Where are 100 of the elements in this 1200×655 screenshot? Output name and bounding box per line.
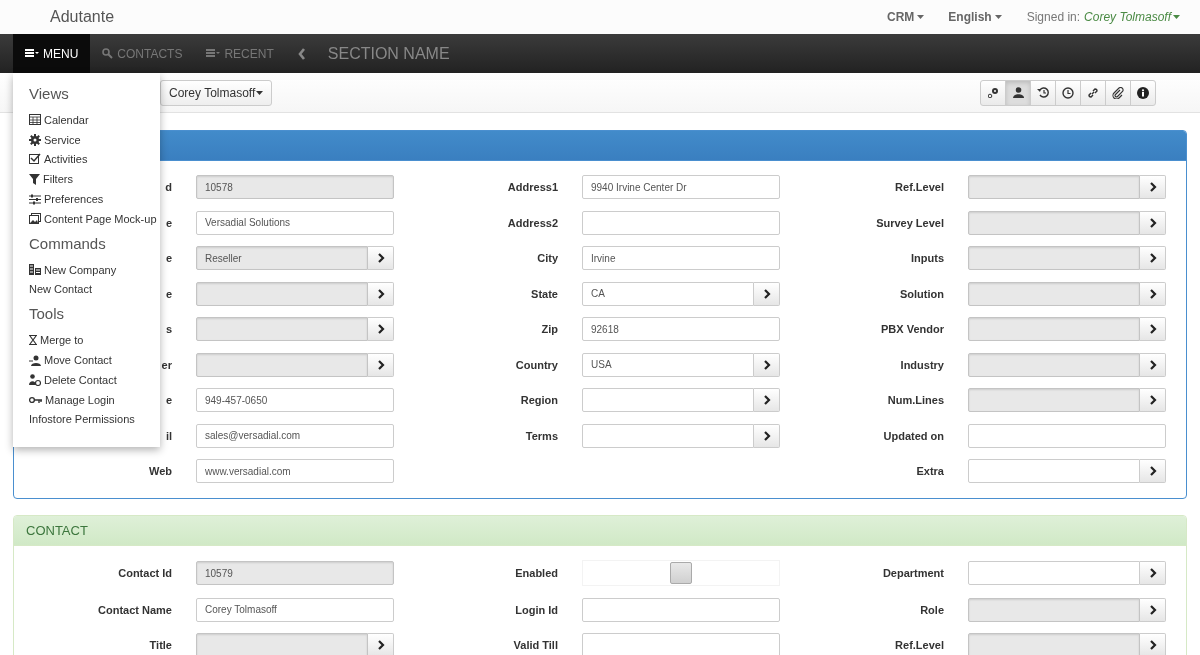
checkbox[interactable] <box>670 562 692 584</box>
lookup-button[interactable] <box>1140 597 1166 622</box>
dropdown-menu[interactable]: English <box>948 10 1002 24</box>
chevron-right-icon <box>1148 395 1157 405</box>
input-field[interactable] <box>582 597 780 622</box>
toolbar-button[interactable] <box>980 79 1006 106</box>
field-label: e <box>165 216 172 229</box>
menu-icon <box>25 48 39 59</box>
record-dropdown[interactable]: Corey Tolmasoff <box>160 79 273 106</box>
input-field[interactable]: Versadial Solutions <box>196 210 394 235</box>
chevron-right-icon <box>1148 466 1157 476</box>
link-icon <box>1087 86 1099 99</box>
input-field[interactable] <box>582 210 780 235</box>
field-label: Ref.Level <box>895 639 944 651</box>
input-field[interactable]: 92618 <box>582 317 780 341</box>
lookup-button[interactable] <box>754 281 780 306</box>
menu-item[interactable]: Merge to <box>29 330 160 351</box>
user-menu[interactable]: Corey Tolmasoff <box>1084 10 1180 24</box>
lookup-button[interactable] <box>1140 175 1166 199</box>
chevron-right-icon <box>376 324 385 334</box>
menu-item[interactable]: Manage Login <box>29 389 160 410</box>
input-field[interactable] <box>968 561 1140 585</box>
menu-section-title: Views <box>29 85 70 102</box>
lookup-button[interactable] <box>1140 388 1166 412</box>
toolbar-button[interactable] <box>1080 79 1106 106</box>
lookup-button[interactable] <box>754 352 780 377</box>
field-label: Country <box>515 358 558 371</box>
input-field[interactable]: 949-457-0650 <box>196 388 394 412</box>
field-label: Web <box>148 465 172 477</box>
field-label: Ref.Level <box>895 181 944 193</box>
menu-item[interactable]: Filters <box>29 169 160 190</box>
field-label: Num.Lines <box>887 394 944 406</box>
dropdown-menu[interactable]: CRM <box>887 10 925 24</box>
input-field[interactable] <box>968 423 1166 448</box>
field-label: Solution <box>900 287 944 300</box>
menu-item[interactable]: New Company <box>29 259 160 280</box>
field-label: Zip <box>541 323 558 335</box>
field-label: Industry <box>900 358 944 371</box>
chevron-right-icon <box>376 288 385 299</box>
input-field[interactable]: CA <box>582 281 754 306</box>
lookup-button[interactable] <box>1140 459 1166 483</box>
chevron-right-icon <box>376 253 385 263</box>
menu-item[interactable]: Content Page Mock-up <box>29 209 160 229</box>
input-field[interactable] <box>582 423 754 448</box>
info-icon <box>1137 86 1149 99</box>
lookup-button[interactable] <box>368 317 394 341</box>
clock-icon <box>1062 86 1074 99</box>
lookup-button[interactable] <box>754 423 780 448</box>
field-label: e <box>165 394 172 406</box>
chevron-right-icon <box>762 430 771 441</box>
lookup-button[interactable] <box>754 388 780 412</box>
input-field[interactable]: www.versadial.com <box>196 459 394 483</box>
menu-item[interactable]: Calendar <box>29 110 160 130</box>
lookup-button[interactable] <box>368 352 394 377</box>
nav-tab[interactable]: MENU <box>13 34 91 73</box>
gears-icon <box>987 87 999 98</box>
menu-section-title: Tools <box>29 305 66 323</box>
input-field[interactable]: Corey Tolmasoff <box>196 597 394 622</box>
field-label: Updated on <box>883 429 944 442</box>
lookup-button[interactable] <box>1140 210 1166 235</box>
menu-item[interactable]: Infostore Permissions <box>29 409 160 430</box>
menu-item[interactable]: Move Contact <box>29 350 160 370</box>
input-field[interactable] <box>582 388 754 412</box>
history-icon <box>1037 87 1049 98</box>
input-field[interactable]: Irvine <box>582 246 780 270</box>
section-title: SECTION NAME <box>326 43 450 64</box>
lookup-button[interactable] <box>368 281 394 306</box>
toolbar-button[interactable] <box>1130 79 1156 106</box>
field-label: d <box>165 181 172 193</box>
chevron-right-icon <box>1148 359 1157 370</box>
lookup-button[interactable] <box>1140 281 1166 306</box>
toolbar-button[interactable] <box>1055 79 1081 106</box>
chevron-right-icon <box>1148 640 1157 650</box>
lookup-button[interactable] <box>1140 317 1166 341</box>
menu-item[interactable]: Activities <box>29 149 160 170</box>
menu-item[interactable]: Service <box>29 129 160 150</box>
input-field[interactable]: 9940 Irvine Center Dr <box>582 175 780 199</box>
toolbar-button[interactable] <box>1030 79 1056 106</box>
field-label: Region <box>520 394 558 406</box>
chevron-right-icon <box>1148 604 1157 615</box>
lookup-button[interactable] <box>1140 352 1166 377</box>
lookup-button[interactable] <box>368 246 394 270</box>
toolbar-button[interactable] <box>1005 79 1031 106</box>
lookup-button[interactable] <box>1140 633 1166 655</box>
menu-item[interactable]: New Contact <box>29 279 160 300</box>
input-field[interactable] <box>582 633 780 655</box>
lookup-button[interactable] <box>1140 561 1166 585</box>
menu-item[interactable]: Preferences <box>29 189 160 209</box>
chevron-left-icon <box>297 47 306 60</box>
search-icon <box>102 48 114 59</box>
menu-item[interactable]: Delete Contact <box>29 369 160 390</box>
lookup-button[interactable] <box>1140 246 1166 270</box>
field-label: Address2 <box>507 216 558 229</box>
lookup-button[interactable] <box>368 633 394 655</box>
input-field[interactable] <box>968 459 1140 483</box>
input-field[interactable]: USA <box>582 352 754 377</box>
gear-icon <box>29 133 41 146</box>
toolbar-button[interactable] <box>1105 79 1131 106</box>
input-field[interactable]: sales@versadial.com <box>196 423 394 448</box>
chevron-right-icon <box>1148 182 1157 192</box>
